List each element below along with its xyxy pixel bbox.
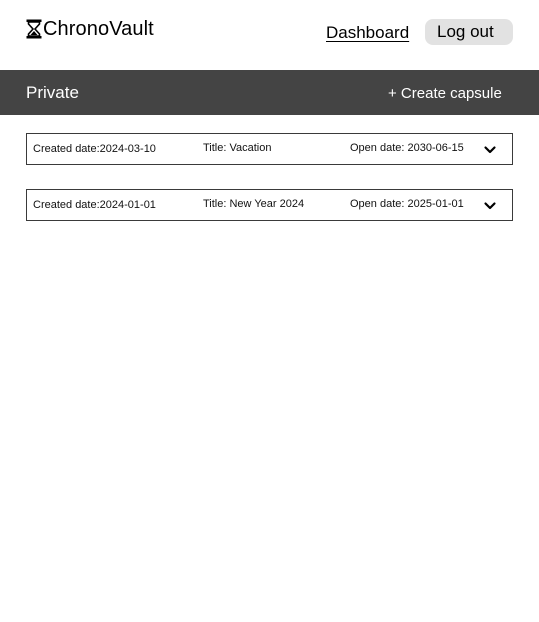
capsule-row[interactable]: Created date:2024-03-10 Title: Vacation … <box>26 133 513 165</box>
brand-logo[interactable]: ChronoVault <box>26 17 154 41</box>
create-capsule-button[interactable]: + Create capsule <box>388 85 502 103</box>
chevron-down-icon[interactable] <box>483 144 497 156</box>
nav-dashboard-link[interactable]: Dashboard <box>326 22 409 44</box>
capsule-title: Title: New Year 2024 <box>203 198 305 210</box>
capsule-created-date: Created date:2024-03-10 <box>33 143 156 155</box>
logout-button[interactable]: Log out <box>425 19 513 45</box>
capsule-title: Title: Vacation <box>203 142 272 154</box>
chevron-down-icon[interactable] <box>483 200 497 212</box>
capsule-row[interactable]: Created date:2024-01-01 Title: New Year … <box>26 189 513 221</box>
capsule-created-date: Created date:2024-01-01 <box>33 199 156 211</box>
section-header: Private + Create capsule <box>0 70 539 115</box>
hourglass-icon <box>26 19 42 39</box>
capsule-open-date: Open date: 2030-06-15 <box>350 142 464 154</box>
brand-name: ChronoVault <box>43 18 154 40</box>
capsule-open-date: Open date: 2025-01-01 <box>350 198 464 210</box>
section-title: Private <box>26 83 79 102</box>
top-navigation: ChronoVault Dashboard Log out <box>0 0 539 70</box>
